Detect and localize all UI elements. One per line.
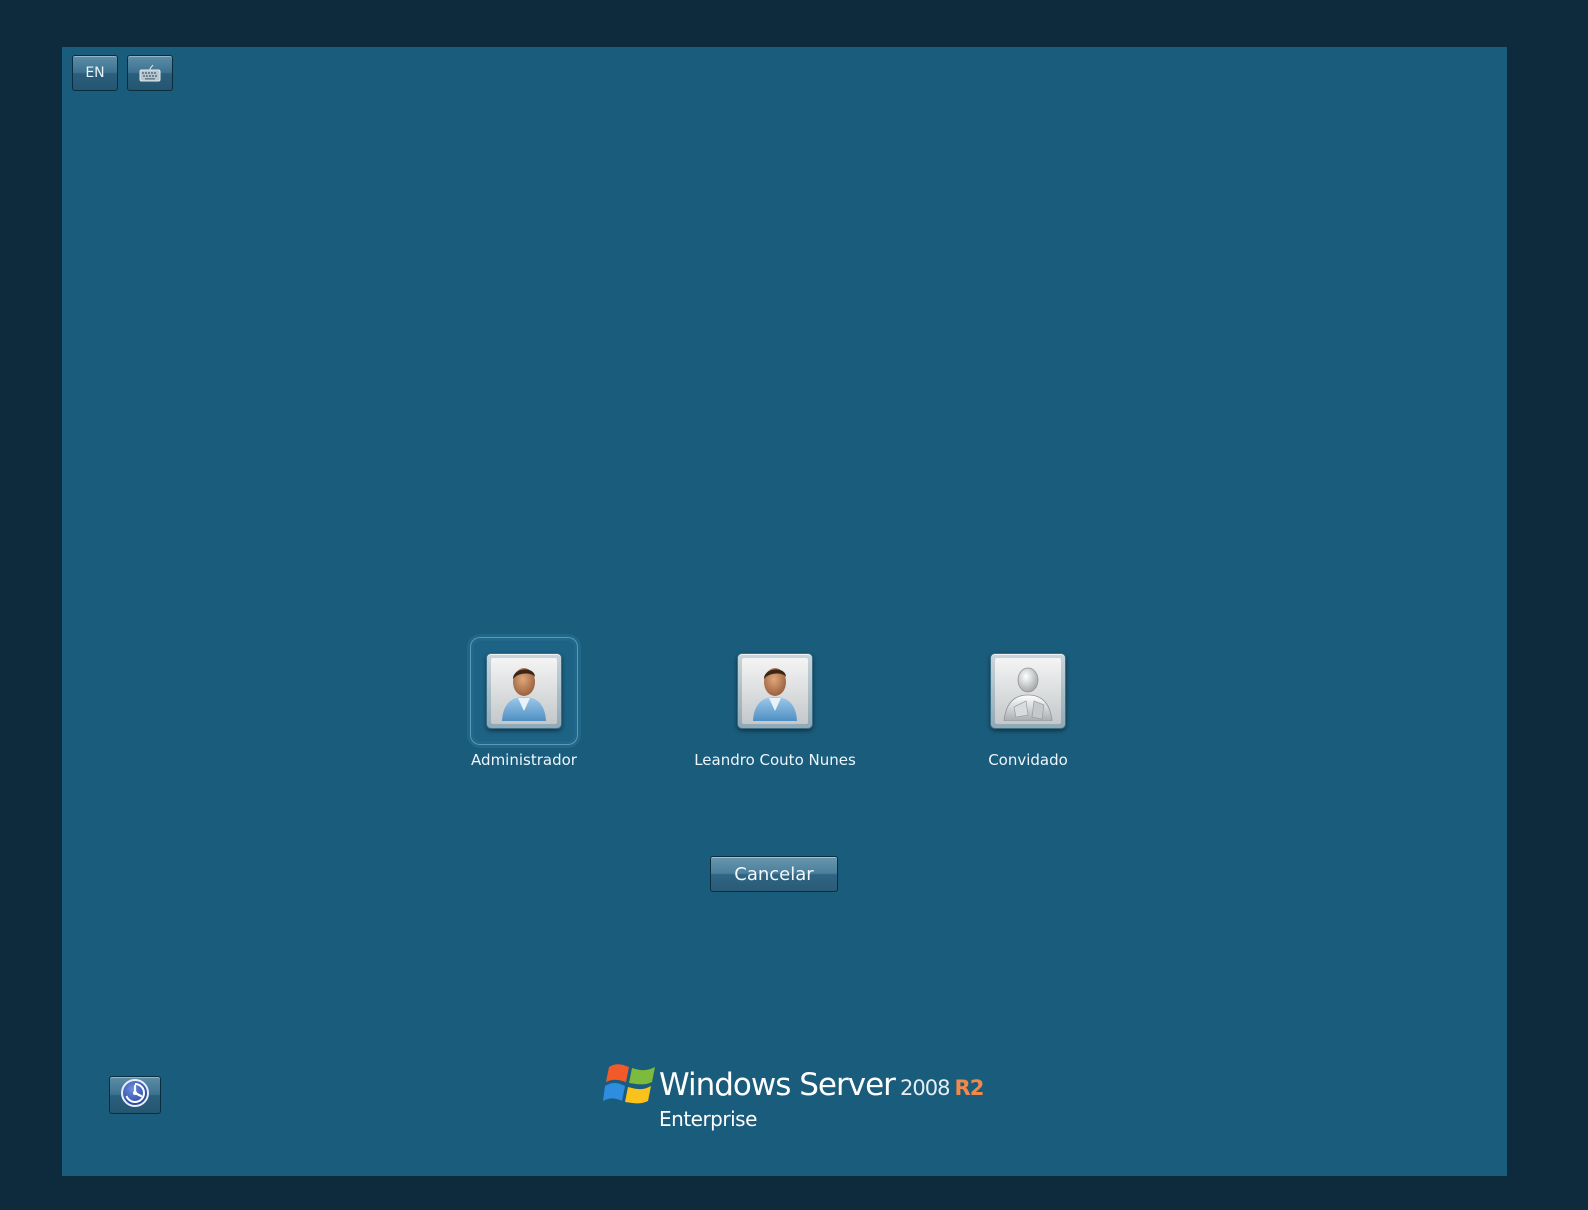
language-button[interactable]: EN [72,55,118,91]
user-tile-frame[interactable] [470,637,578,745]
keyboard-icon [139,64,161,82]
logon-screen: EN Administrador Leandro Couto Nunes Con… [62,47,1507,1176]
user-tile-administrador[interactable]: Administrador [434,637,614,769]
windows-server-branding: Windows Server 2008 R2 Enterprise [603,1057,984,1137]
ease-of-access-button[interactable] [109,1076,161,1114]
ease-of-access-icon [120,1078,150,1112]
user-avatar-icon [745,658,805,724]
user-avatar-icon [494,658,554,724]
product-edition: Enterprise [659,1107,757,1131]
language-label: EN [85,65,105,81]
user-name-label: Convidado [988,751,1068,769]
cancel-button[interactable]: Cancelar [710,856,838,892]
product-name: Windows Server [659,1067,896,1103]
product-title: Windows Server 2008 R2 [659,1067,985,1103]
product-release: R2 [954,1076,985,1100]
user-tile-frame[interactable] [974,637,1082,745]
user-tile-frame[interactable] [721,637,829,745]
user-picture [990,653,1066,729]
guest-avatar-icon [998,658,1058,724]
user-name-label: Administrador [471,751,577,769]
user-picture [486,653,562,729]
user-name-label: Leandro Couto Nunes [694,751,856,769]
user-picture [737,653,813,729]
windows-flag-icon [603,1059,659,1115]
cancel-button-label: Cancelar [734,863,814,885]
user-list: Administrador Leandro Couto Nunes Convid… [62,637,1507,777]
on-screen-keyboard-button[interactable] [127,55,173,91]
product-year: 2008 [900,1076,950,1100]
user-tile-convidado[interactable]: Convidado [938,637,1118,769]
user-tile-leandro-couto-nunes[interactable]: Leandro Couto Nunes [685,637,865,769]
